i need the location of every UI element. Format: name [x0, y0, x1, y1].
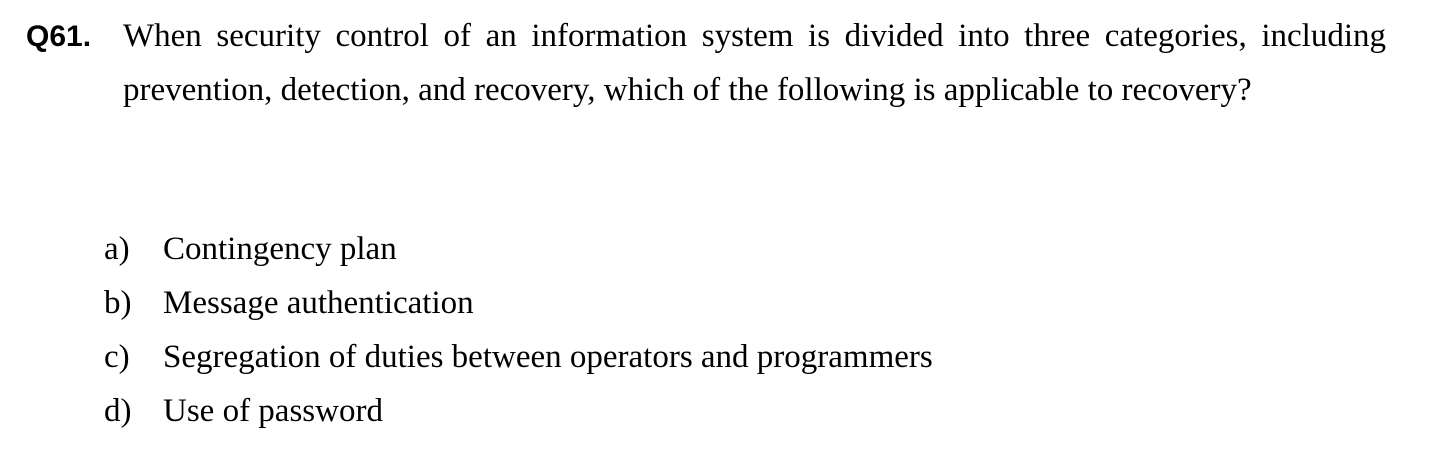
option-text: Use of password	[163, 393, 383, 429]
option-a[interactable]: a) Contingency plan	[104, 222, 933, 276]
question-block: Q61. When security control of an informa…	[26, 10, 1386, 117]
option-letter: d)	[104, 393, 132, 429]
option-letter: a)	[104, 231, 130, 267]
question-number: Q61.	[26, 20, 92, 53]
option-d[interactable]: d) Use of password	[104, 384, 933, 438]
option-letter: b)	[104, 285, 132, 321]
question-text: When security control of an information …	[123, 18, 1386, 108]
option-letter: c)	[104, 339, 130, 375]
answer-options: a) Contingency plan b) Message authentic…	[104, 222, 933, 438]
option-text: Contingency plan	[163, 231, 397, 267]
option-b[interactable]: b) Message authentication	[104, 276, 933, 330]
option-text: Message authentication	[163, 285, 474, 321]
option-c[interactable]: c) Segregation of duties between operato…	[104, 330, 933, 384]
option-text: Segregation of duties between operators …	[163, 339, 933, 375]
